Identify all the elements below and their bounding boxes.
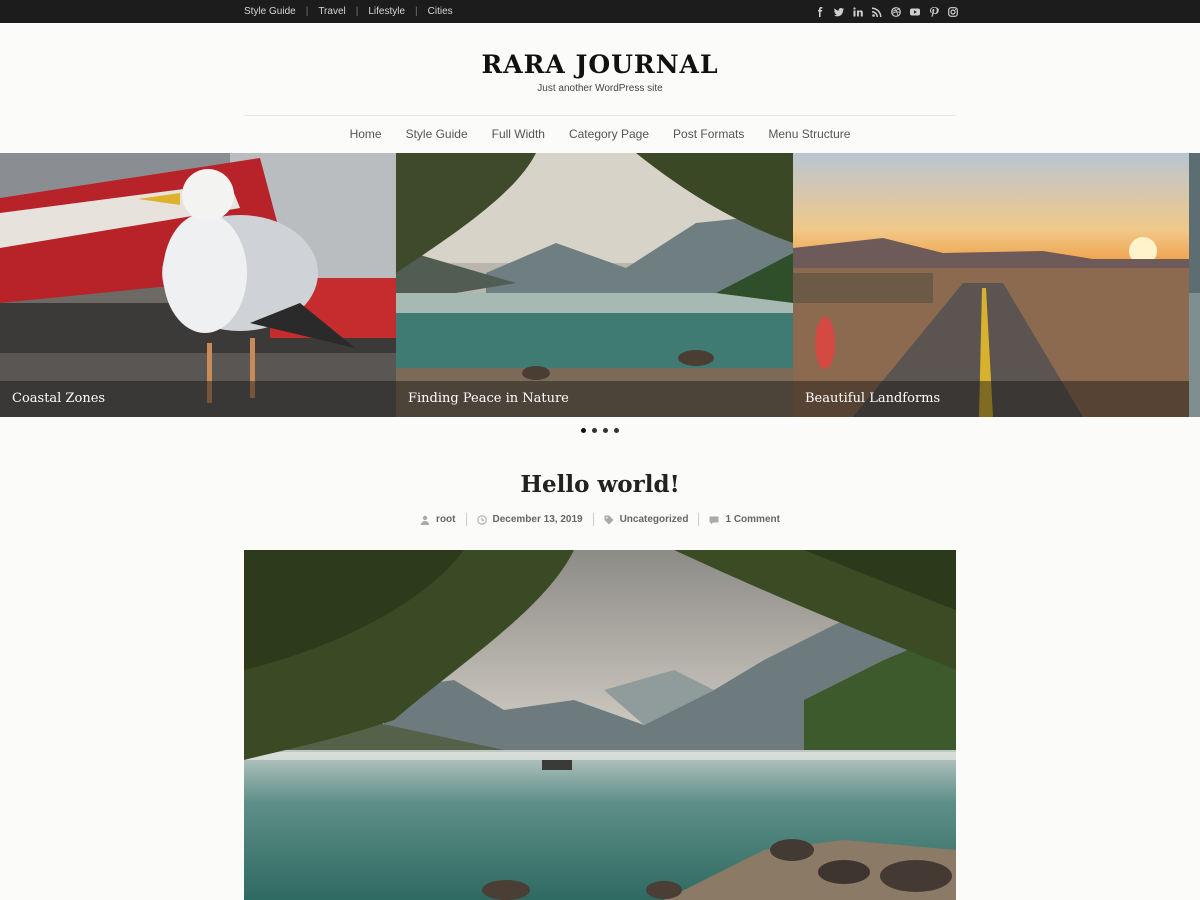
twitter-icon[interactable] (834, 7, 844, 17)
slide-title[interactable]: Finding Peace in Nature (408, 391, 569, 406)
tag-icon (604, 515, 614, 525)
slider-dot[interactable] (603, 428, 608, 433)
slide-title[interactable]: Beautiful Landforms (805, 391, 940, 406)
slide-coastal-zones[interactable]: Coastal Zones (0, 153, 396, 417)
nav-item-menu-structure[interactable]: Menu Structure (768, 127, 850, 141)
post-comments: 1 Comment (699, 514, 789, 525)
pinterest-icon[interactable] (929, 6, 939, 17)
slide-title[interactable]: Coastal Zones (12, 391, 105, 406)
slide-caption: Finding Peace in Nature (396, 381, 793, 417)
comments-link[interactable]: 1 Comment (725, 514, 779, 525)
author-name[interactable]: root (436, 514, 455, 525)
slide-beautiful-landforms[interactable]: Beautiful Landforms (793, 153, 1189, 417)
separator: | (305, 6, 309, 17)
clock-icon (476, 514, 487, 525)
slide-image-peek (1189, 153, 1200, 417)
comment-icon (709, 515, 719, 525)
post-category: Uncategorized (594, 514, 699, 525)
header-divider (244, 115, 956, 116)
slide-image-lake (396, 153, 793, 417)
category-link[interactable]: Uncategorized (620, 514, 689, 525)
main-navigation: Home Style Guide Full Width Category Pag… (0, 127, 1200, 141)
featured-slider: Coastal Zones Finding Peace in Nature Be… (0, 153, 1200, 417)
featured-image-lake (244, 550, 956, 900)
post-author: root (410, 514, 465, 525)
dribbble-icon[interactable] (891, 6, 901, 17)
slider-dot[interactable] (581, 428, 586, 433)
slider-dot[interactable] (592, 428, 597, 433)
nav-item-style-guide[interactable]: Style Guide (406, 127, 468, 141)
nav-item-home[interactable]: Home (350, 127, 382, 141)
site-title[interactable]: RARA JOURNAL (0, 50, 1200, 79)
slide-caption: Beautiful Landforms (793, 381, 1189, 417)
social-links (815, 0, 958, 23)
slide-image-seagull (0, 153, 396, 417)
post-meta: root December 13, 2019 Uncategorized 1 C… (0, 513, 1200, 526)
nav-item-post-formats[interactable]: Post Formats (673, 127, 744, 141)
slide-caption: Coastal Zones (0, 381, 396, 417)
slide-image-road (793, 153, 1189, 417)
site-tagline: Just another WordPress site (537, 83, 663, 94)
post-featured-image[interactable] (244, 550, 956, 900)
slide-finding-peace[interactable]: Finding Peace in Nature (396, 153, 793, 417)
topnav-link-lifestyle[interactable]: Lifestyle (368, 6, 405, 17)
separator: | (415, 6, 418, 17)
slider-pagination (0, 428, 1200, 433)
top-bar: Style Guide | Travel | Lifestyle | Citie… (0, 0, 1200, 23)
post-date: December 13, 2019 (467, 514, 593, 525)
rss-icon[interactable] (872, 7, 882, 17)
post-date-text[interactable]: December 13, 2019 (493, 514, 583, 525)
topnav-link-travel[interactable]: Travel (318, 6, 345, 17)
instagram-icon[interactable] (948, 6, 958, 17)
user-icon (420, 515, 430, 525)
topnav-link-cities[interactable]: Cities (428, 6, 453, 17)
nav-item-full-width[interactable]: Full Width (492, 127, 545, 141)
linkedin-icon[interactable] (853, 6, 863, 17)
slide-peek[interactable] (1189, 153, 1200, 417)
separator: | (355, 6, 359, 17)
post-title[interactable]: Hello world! (0, 471, 1200, 498)
facebook-icon[interactable] (815, 6, 825, 17)
top-navigation: Style Guide | Travel | Lifestyle | Citie… (244, 0, 453, 23)
youtube-icon[interactable] (910, 7, 920, 17)
topnav-link-style-guide[interactable]: Style Guide (244, 6, 296, 17)
nav-item-category-page[interactable]: Category Page (569, 127, 649, 141)
slider-dot[interactable] (614, 428, 619, 433)
